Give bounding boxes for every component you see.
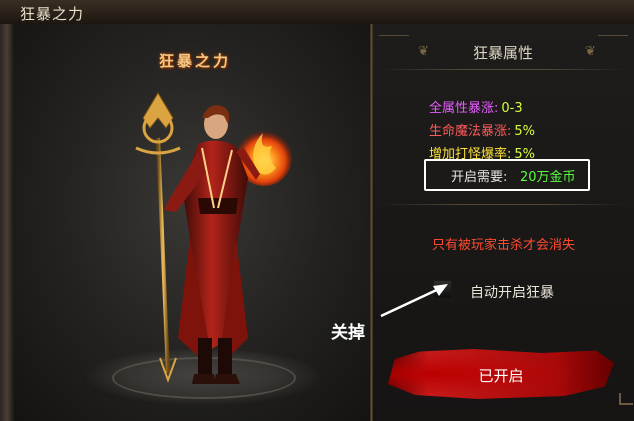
- stat-row: 生命魔法暴涨: 5%: [429, 120, 535, 139]
- stat-value: 0-3: [501, 101, 523, 116]
- disappear-warning: 只有被玩家击杀才会消失: [431, 238, 575, 253]
- window-title: 狂暴之力: [20, 5, 85, 23]
- auto-berserk-checkbox[interactable]: [433, 280, 452, 299]
- stat-label: 生命魔法暴涨:: [429, 124, 512, 139]
- separator-top: [379, 69, 627, 70]
- header-rule-right: [598, 35, 628, 36]
- corner-ornament: [619, 393, 633, 405]
- stat-value: 5%: [514, 124, 536, 139]
- cost-value: 20万金币: [520, 170, 576, 185]
- berserk-status-label: 已开启: [478, 367, 524, 385]
- berserk-status-button[interactable]: 已开启: [388, 349, 614, 399]
- window-title-bar: 狂暴之力: [0, 0, 634, 25]
- berserker-figure-icon: [135, 92, 292, 384]
- attributes-panel: ❦ ❦ 狂暴属性 全属性暴涨: 0-3 生命魔法暴涨: 5% 增加打怪爆率: 5% 开…: [373, 24, 634, 421]
- auto-berserk-label[interactable]: 自动开启狂暴: [470, 282, 554, 302]
- header-rule-left: [379, 35, 409, 36]
- hero-display-panel: 狂暴之力: [14, 24, 370, 421]
- cost-label: 开启需要:: [451, 170, 508, 185]
- separator-mid: [379, 204, 627, 205]
- annotation-label: 关掉: [331, 323, 365, 343]
- stat-label: 全属性暴涨:: [429, 101, 499, 116]
- panel-title: 狂暴属性: [472, 44, 533, 62]
- frame-left-edge: [0, 24, 15, 421]
- hero-banner: 狂暴之力: [159, 52, 232, 70]
- stat-row: 全属性暴涨: 0-3: [429, 97, 523, 116]
- cost-highlight-box: 开启需要: 20万金币: [424, 159, 590, 191]
